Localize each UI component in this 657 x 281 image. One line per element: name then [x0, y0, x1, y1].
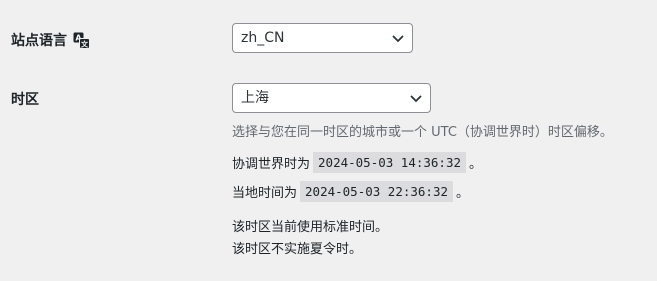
chevron-down-icon — [392, 35, 404, 42]
utc-time-prefix: 协调世界时为 — [232, 157, 311, 172]
translation-icon: A 文 — [73, 32, 90, 49]
site-language-selected-value: zh_CN — [241, 30, 285, 46]
chevron-down-icon — [410, 95, 422, 102]
timezone-label: 时区 — [11, 92, 39, 108]
utc-time-suffix: 。 — [469, 157, 483, 172]
local-time-line: 当地时间为 2024-05-03 22:36:32 。 — [232, 181, 469, 202]
local-time-value: 2024-05-03 22:36:32 — [300, 181, 454, 202]
timezone-selected-value: 上海 — [241, 90, 269, 106]
site-language-row-label: 站点语言 A 文 — [11, 30, 90, 50]
utc-time-line: 协调世界时为 2024-05-03 14:36:32 。 — [232, 152, 482, 173]
local-time-prefix: 当地时间为 — [232, 186, 298, 201]
local-time-suffix: 。 — [456, 186, 470, 201]
utc-time-value: 2024-05-03 14:36:32 — [313, 152, 467, 173]
site-language-select[interactable]: zh_CN — [232, 23, 413, 53]
site-language-label: 站点语言 — [11, 33, 67, 49]
timezone-description: 选择与您在同一时区的城市或一个 UTC（协调世界时）时区偏移。 — [232, 125, 613, 140]
dst-note: 该时区不实施夏令时。 — [232, 242, 363, 257]
svg-text:文: 文 — [81, 39, 89, 48]
standard-time-note: 该时区当前使用标准时间。 — [232, 220, 389, 235]
timezone-select[interactable]: 上海 — [232, 83, 431, 113]
